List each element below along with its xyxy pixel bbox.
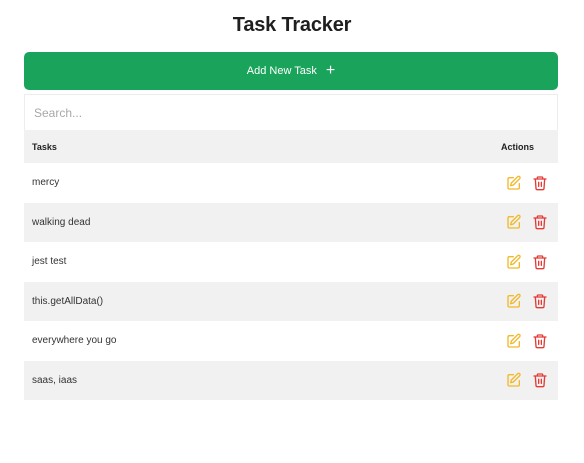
trash-icon[interactable] bbox=[532, 175, 548, 191]
trash-icon[interactable] bbox=[532, 333, 548, 349]
plus-icon: + bbox=[325, 62, 336, 79]
task-name: walking dead bbox=[32, 216, 91, 228]
edit-icon[interactable] bbox=[506, 293, 522, 309]
task-name: mercy bbox=[32, 177, 60, 189]
tasks-column-header: Tasks bbox=[32, 141, 57, 152]
table-row: walking dead bbox=[24, 202, 558, 242]
trash-icon[interactable] bbox=[532, 254, 548, 270]
task-name: this.getAllData() bbox=[32, 295, 104, 307]
row-actions bbox=[506, 254, 548, 270]
trash-icon[interactable] bbox=[532, 293, 548, 309]
trash-icon[interactable] bbox=[532, 214, 548, 230]
row-actions bbox=[506, 175, 548, 191]
row-actions bbox=[506, 293, 548, 309]
table-row: this.getAllData() bbox=[24, 281, 558, 321]
row-actions bbox=[506, 214, 548, 230]
task-name: everywhere you go bbox=[32, 335, 117, 347]
edit-icon[interactable] bbox=[506, 175, 522, 191]
add-new-task-label: Add New Task bbox=[246, 65, 317, 77]
table-row: saas, iaas bbox=[24, 360, 558, 400]
actions-column-header: Actions bbox=[500, 141, 534, 152]
task-tracker-page: Task Tracker Add New Task + Tasks Action… bbox=[0, 0, 584, 463]
table-row: jest test bbox=[24, 242, 558, 282]
row-actions bbox=[506, 372, 548, 388]
edit-icon[interactable] bbox=[506, 372, 522, 388]
row-actions bbox=[506, 333, 548, 349]
task-name: jest test bbox=[32, 256, 67, 268]
trash-icon[interactable] bbox=[532, 372, 548, 388]
add-new-task-button[interactable]: Add New Task + bbox=[24, 52, 558, 90]
page-title: Task Tracker bbox=[232, 14, 352, 36]
edit-icon[interactable] bbox=[506, 214, 522, 230]
edit-icon[interactable] bbox=[506, 254, 522, 270]
table-row: everywhere you go bbox=[24, 321, 558, 361]
table-row: mercy bbox=[24, 163, 558, 203]
tasks-table: Tasks Actions mercy walking dead jest te… bbox=[24, 130, 558, 400]
table-body: mercy walking dead jest test this.getAll… bbox=[24, 163, 558, 400]
edit-icon[interactable] bbox=[506, 333, 522, 349]
table-header: Tasks Actions bbox=[24, 130, 558, 163]
search-input[interactable] bbox=[24, 94, 558, 130]
task-name: saas, iaas bbox=[32, 374, 78, 386]
